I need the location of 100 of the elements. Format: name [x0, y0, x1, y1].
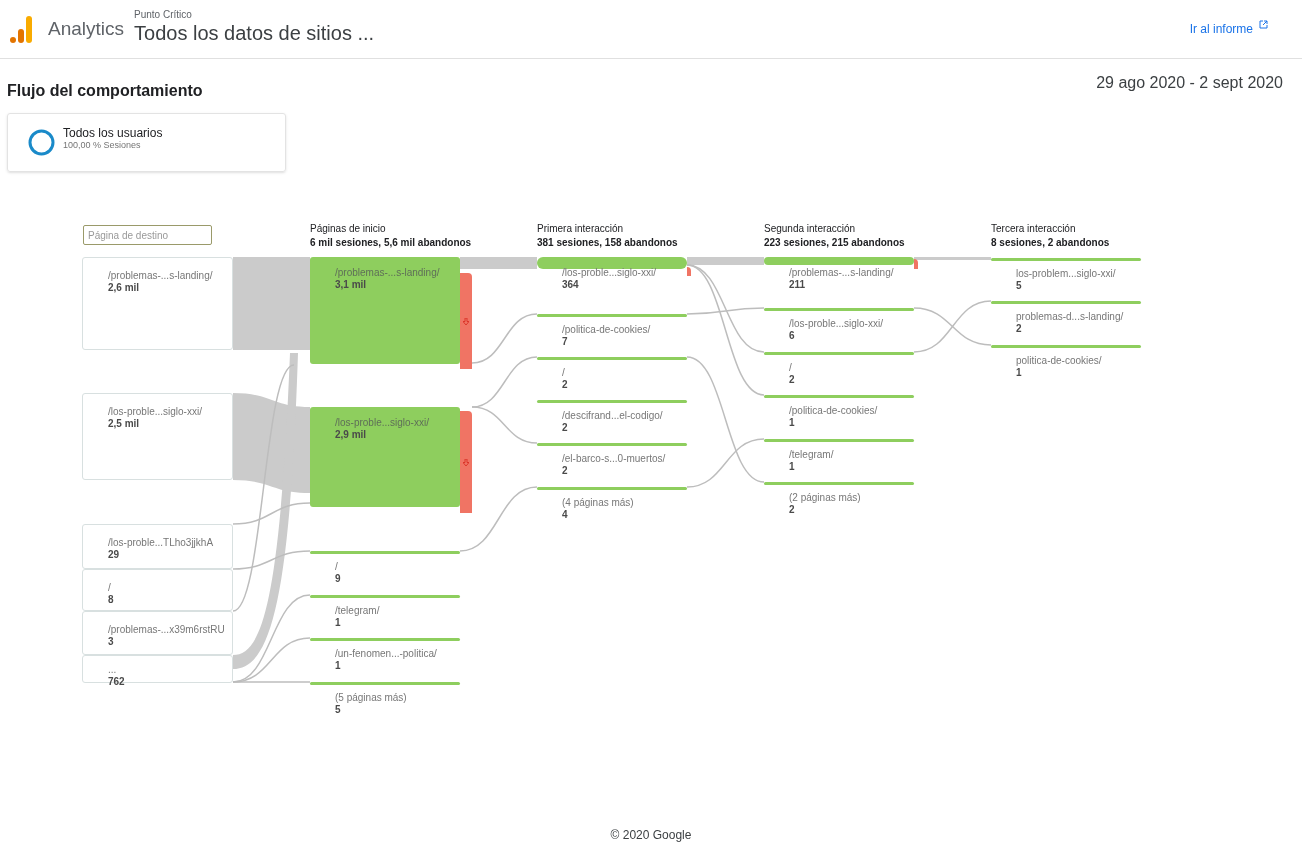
node-value: 2,9 mil: [335, 429, 368, 441]
column-title: Páginas de inicio: [310, 223, 386, 235]
node-label: /politica-de-cookies/: [562, 324, 651, 336]
column-title: Primera interacción: [537, 223, 624, 235]
column-summary: 223 sesiones, 215 abandonos: [764, 237, 905, 249]
column-summary: 6 mil sesiones, 5,6 mil abandonos: [310, 237, 472, 249]
node-value: 1: [789, 461, 795, 473]
node-bar[interactable]: [991, 258, 1141, 261]
node-label: /problemas-...s-landing/: [335, 267, 441, 279]
report-link[interactable]: Ir al informe: [1189, 20, 1268, 38]
node-value: 29: [108, 549, 121, 561]
node-bar[interactable]: [310, 595, 460, 598]
node-label: problemas-d...s-landing/: [1016, 311, 1124, 323]
node-bar[interactable]: [764, 482, 914, 485]
node-label: /los-proble...siglo-xxi/: [108, 406, 203, 418]
node-label: /politica-de-cookies/: [789, 405, 878, 417]
node-label: /telegram/: [335, 605, 380, 617]
node-value: 2: [562, 465, 568, 477]
node-value: 3,1 mil: [335, 279, 368, 291]
node-bar[interactable]: [310, 682, 460, 685]
node-bar[interactable]: [537, 257, 687, 269]
node-label: politica-de-cookies/: [1016, 355, 1102, 367]
column-summary: 381 sesiones, 158 abandonos: [537, 237, 678, 249]
column-summary: 8 sesiones, 2 abandonos: [991, 237, 1110, 249]
node-value: 1: [335, 660, 341, 672]
segment-share: 100,00 % Sesiones: [63, 140, 142, 151]
node-label: /: [335, 561, 338, 573]
node-value: 1: [1016, 367, 1022, 379]
node-value: 4: [562, 509, 568, 521]
page-node[interactable]: /problemas-...s-landing/ 3,1 mil: [310, 257, 460, 364]
dropoff-bar[interactable]: [460, 273, 472, 369]
arrow-down-icon: [463, 458, 469, 466]
node-bar[interactable]: [537, 400, 687, 403]
node-bar[interactable]: [991, 345, 1141, 348]
dimension-field[interactable]: Página de destino: [83, 225, 212, 245]
node-bar[interactable]: [310, 638, 460, 641]
node-bar[interactable]: [537, 487, 687, 490]
node-value: 6: [789, 330, 795, 342]
node-bar[interactable]: [764, 439, 914, 442]
node-label: /telegram/: [789, 449, 834, 461]
copyright: © 2020 Google: [609, 827, 693, 844]
dropoff-bar[interactable]: [687, 267, 691, 276]
node-value: 1: [335, 617, 341, 629]
page-title: Flujo del comportamiento: [7, 81, 203, 101]
node-label: los-problem...siglo-xxi/: [1016, 268, 1116, 280]
node-value: 9: [335, 573, 341, 585]
column-title: Segunda interacción: [764, 223, 856, 235]
external-link-icon: [1259, 20, 1268, 29]
landing-page-node[interactable]: /problemas-...x39m6rstRU 3: [82, 611, 233, 655]
property-name: Todos los datos de sitios ...: [134, 21, 375, 45]
arrow-down-icon: [463, 317, 469, 325]
node-bar[interactable]: [764, 395, 914, 398]
node-label: /: [108, 582, 112, 594]
node-label: (4 páginas más): [562, 497, 634, 509]
segment-card[interactable]: Todos los usuarios 100,00 % Sesiones: [7, 113, 286, 172]
node-value: 3: [108, 636, 115, 648]
dropoff-bar[interactable]: [460, 411, 472, 513]
node-label: ...: [108, 664, 118, 676]
node-value: 2,6 mil: [108, 282, 141, 294]
landing-page-node[interactable]: /problemas-...s-landing/ 2,6 mil: [82, 257, 233, 350]
node-label: /descifrand...el-codigo/: [562, 410, 663, 422]
node-value: 1: [789, 417, 795, 429]
date-range[interactable]: 29 ago 2020 - 2 sept 2020: [1096, 71, 1283, 95]
node-label: (5 páginas más): [335, 692, 407, 704]
node-value: 5: [1016, 280, 1022, 292]
node-value: 2,5 mil: [108, 418, 141, 430]
node-bar[interactable]: [764, 352, 914, 355]
node-value: 8: [108, 594, 115, 606]
node-bar[interactable]: [991, 301, 1141, 304]
node-label: /problemas-...s-landing/: [108, 270, 214, 282]
node-bar[interactable]: [537, 357, 687, 360]
ring-icon: [28, 129, 55, 156]
node-bar[interactable]: [537, 443, 687, 446]
node-value: 2: [789, 504, 795, 516]
node-bar[interactable]: [764, 308, 914, 311]
node-label: /los-proble...siglo-xxi/: [335, 417, 430, 429]
landing-page-node[interactable]: /los-proble...siglo-xxi/ 2,5 mil: [82, 393, 233, 480]
page-node[interactable]: /los-proble...siglo-xxi/ 2,9 mil: [310, 407, 460, 507]
node-bar[interactable]: [310, 551, 460, 554]
node-bar[interactable]: [537, 314, 687, 317]
column-title: Tercera interacción: [991, 223, 1076, 235]
node-value: 7: [562, 336, 568, 348]
node-value: 5: [335, 704, 341, 716]
node-value: 2: [562, 422, 568, 434]
logo-icon: [10, 14, 32, 44]
node-value: 364: [562, 279, 579, 291]
landing-page-node[interactable]: / 8: [82, 569, 233, 611]
node-value: 2: [1016, 323, 1022, 335]
node-label: /: [562, 367, 565, 379]
node-label: /un-fenomen...-politica/: [335, 648, 437, 660]
node-value: 2: [789, 374, 795, 386]
product-name: Analytics: [48, 16, 125, 41]
node-value: 211: [789, 279, 806, 291]
landing-page-node[interactable]: ... 762: [82, 655, 233, 683]
landing-page-node[interactable]: /los-proble...TLho3jjkhA 29: [82, 524, 233, 569]
node-bar[interactable]: [764, 257, 914, 265]
dropoff-bar[interactable]: [914, 259, 918, 269]
account-name: Punto Crítico: [134, 9, 193, 21]
node-label: /problemas-...x39m6rstRU: [108, 624, 226, 636]
node-value: 2: [562, 379, 568, 391]
